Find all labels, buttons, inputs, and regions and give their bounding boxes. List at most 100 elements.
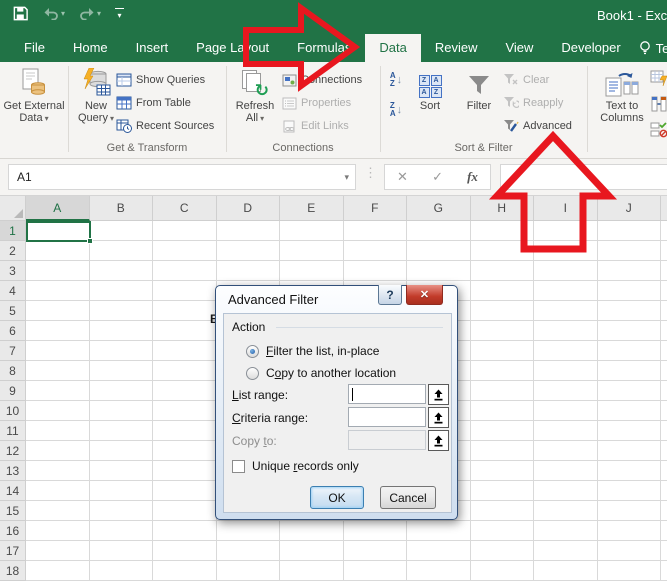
cell-E3[interactable] [280, 261, 344, 281]
row-header-13[interactable]: 13 [0, 461, 26, 481]
cell-J3[interactable] [598, 261, 662, 281]
sort-button[interactable]: ZAAZ Sort [408, 64, 452, 140]
cell-A9[interactable] [26, 381, 90, 401]
cell-B1[interactable] [90, 221, 154, 241]
radio-filter-in-place[interactable]: Filter the list, in-place [246, 344, 379, 358]
row-header-17[interactable]: 17 [0, 541, 26, 561]
cell-I5[interactable] [534, 301, 598, 321]
cell-I10[interactable] [534, 401, 598, 421]
cell-B6[interactable] [90, 321, 154, 341]
cell-C4[interactable] [153, 281, 217, 301]
cell-J13[interactable] [598, 461, 662, 481]
cell-F1[interactable] [344, 221, 408, 241]
cell-partial1[interactable] [661, 221, 667, 241]
cell-J9[interactable] [598, 381, 662, 401]
name-box-dropdown-icon[interactable]: ▾ [344, 172, 349, 183]
flash-fill-button[interactable] [648, 67, 667, 89]
cell-I15[interactable] [534, 501, 598, 521]
from-table-button[interactable]: From Table [116, 93, 191, 113]
cell-A16[interactable] [26, 521, 90, 541]
row-header-6[interactable]: 6 [0, 321, 26, 341]
cell-H2[interactable] [471, 241, 535, 261]
cell-B7[interactable] [90, 341, 154, 361]
criteria-range-collapse-button[interactable] [428, 407, 449, 428]
enter-formula-button[interactable]: ✓ [432, 169, 443, 185]
cell-H17[interactable] [471, 541, 535, 561]
cell-F3[interactable] [344, 261, 408, 281]
cell-J2[interactable] [598, 241, 662, 261]
cell-J1[interactable] [598, 221, 662, 241]
cell-D17[interactable] [217, 541, 281, 561]
get-external-data-button[interactable]: Get External Data▾ [5, 64, 63, 140]
column-header-F[interactable]: F [344, 196, 408, 221]
cell-C10[interactable] [153, 401, 217, 421]
cell-C11[interactable] [153, 421, 217, 441]
cell-partial15[interactable] [661, 501, 667, 521]
row-header-2[interactable]: 2 [0, 241, 26, 261]
cell-J5[interactable] [598, 301, 662, 321]
cell-H18[interactable] [471, 561, 535, 581]
cell-I11[interactable] [534, 421, 598, 441]
cancel-button[interactable]: Cancel [380, 486, 436, 509]
cell-J10[interactable] [598, 401, 662, 421]
cell-H6[interactable] [471, 321, 535, 341]
tab-review[interactable]: Review [421, 34, 492, 62]
cell-F18[interactable] [344, 561, 408, 581]
unique-records-checkbox-row[interactable]: Unique records only [232, 459, 359, 473]
dialog-close-button[interactable]: ✕ [406, 285, 443, 305]
connections-button[interactable]: Connections [282, 70, 362, 90]
cell-A2[interactable] [26, 241, 90, 261]
cell-J14[interactable] [598, 481, 662, 501]
column-header-E[interactable]: E [280, 196, 344, 221]
cell-H11[interactable] [471, 421, 535, 441]
cell-C18[interactable] [153, 561, 217, 581]
show-queries-button[interactable]: Show Queries [116, 70, 205, 90]
reapply-filter-button[interactable]: Reapply [503, 93, 563, 113]
tell-me-box[interactable]: Tell m [639, 34, 667, 62]
cell-A10[interactable] [26, 401, 90, 421]
cell-I14[interactable] [534, 481, 598, 501]
cell-partial9[interactable] [661, 381, 667, 401]
column-header-I[interactable]: I [534, 196, 598, 221]
cell-B11[interactable] [90, 421, 154, 441]
cancel-formula-button[interactable]: ✕ [397, 169, 408, 185]
cell-D18[interactable] [217, 561, 281, 581]
cell-partial13[interactable] [661, 461, 667, 481]
tab-page-layout[interactable]: Page Layout [182, 34, 283, 62]
cell-J16[interactable] [598, 521, 662, 541]
cell-H15[interactable] [471, 501, 535, 521]
cell-I13[interactable] [534, 461, 598, 481]
cell-I16[interactable] [534, 521, 598, 541]
row-header-7[interactable]: 7 [0, 341, 26, 361]
copy-to-collapse-button[interactable] [428, 430, 449, 451]
tab-home[interactable]: Home [59, 34, 122, 62]
clear-filter-button[interactable]: Clear [503, 70, 549, 90]
cell-D3[interactable] [217, 261, 281, 281]
cell-J18[interactable] [598, 561, 662, 581]
row-header-10[interactable]: 10 [0, 401, 26, 421]
cell-I18[interactable] [534, 561, 598, 581]
cell-B10[interactable] [90, 401, 154, 421]
cell-partial7[interactable] [661, 341, 667, 361]
cell-H1[interactable] [471, 221, 535, 241]
row-header-16[interactable]: 16 [0, 521, 26, 541]
formula-input[interactable] [500, 164, 667, 190]
cell-B12[interactable] [90, 441, 154, 461]
cell-C8[interactable] [153, 361, 217, 381]
cell-F16[interactable] [344, 521, 408, 541]
cell-partial18[interactable] [661, 561, 667, 581]
cell-G2[interactable] [407, 241, 471, 261]
cell-partial17[interactable] [661, 541, 667, 561]
cell-F2[interactable] [344, 241, 408, 261]
cell-A8[interactable] [26, 361, 90, 381]
cell-H8[interactable] [471, 361, 535, 381]
properties-button[interactable]: Properties [282, 93, 351, 113]
cell-J12[interactable] [598, 441, 662, 461]
cell-J6[interactable] [598, 321, 662, 341]
cell-J8[interactable] [598, 361, 662, 381]
cell-C1[interactable] [153, 221, 217, 241]
cell-I7[interactable] [534, 341, 598, 361]
cell-B18[interactable] [90, 561, 154, 581]
filter-button[interactable]: Filter [457, 64, 501, 140]
cell-H3[interactable] [471, 261, 535, 281]
